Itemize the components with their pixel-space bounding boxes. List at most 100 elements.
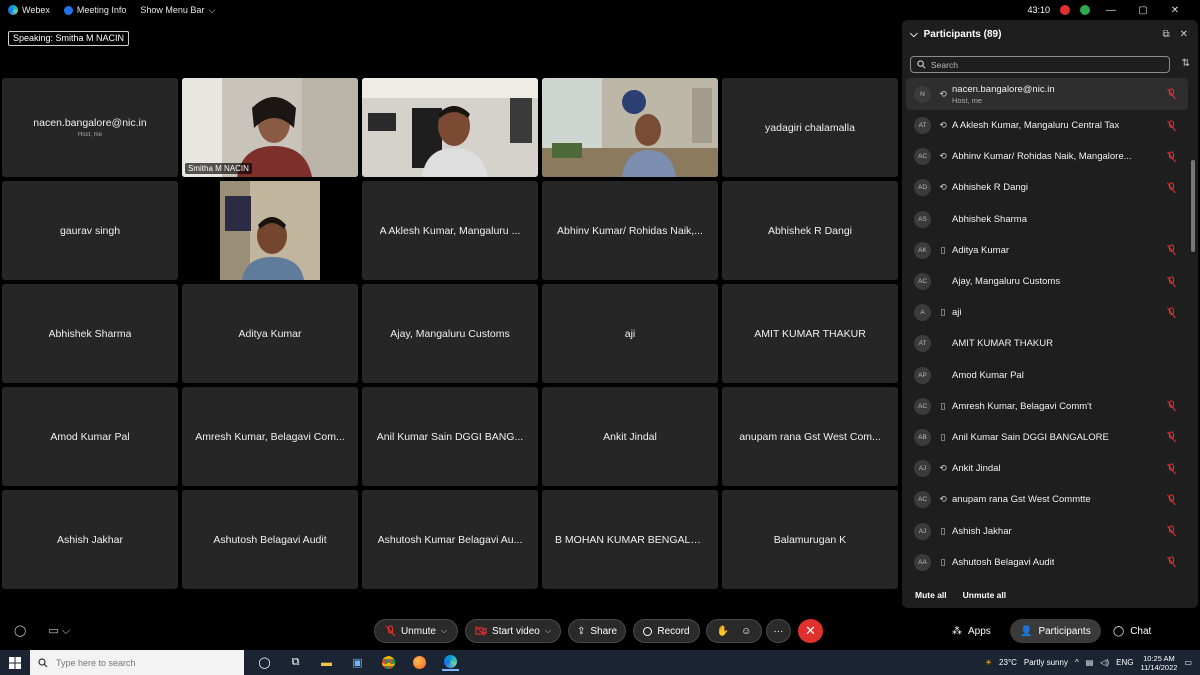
mic-muted-icon[interactable]	[1167, 244, 1176, 256]
mic-muted-icon[interactable]	[1167, 494, 1176, 506]
mic-muted-icon[interactable]	[1167, 276, 1176, 287]
close-window-button[interactable]: ✕	[1164, 5, 1186, 16]
participant-video-tile[interactable]: Smitha M NACIN	[182, 78, 358, 177]
sort-icon[interactable]: ⇅	[1182, 58, 1190, 69]
close-panel-icon[interactable]: ✕	[1180, 29, 1188, 40]
mic-muted-icon[interactable]	[1167, 182, 1176, 194]
firefox-icon[interactable]	[411, 654, 428, 671]
chevron-down-icon[interactable]: ⌵	[545, 626, 551, 636]
participant-row[interactable]: AC ⟲ anupam rana Gst West Commtte	[906, 484, 1188, 515]
participant-tile[interactable]: nacen.bangalore@nic.in Host, me	[2, 78, 178, 177]
mic-muted-icon[interactable]	[1167, 120, 1176, 131]
language-indicator[interactable]: ENG	[1116, 658, 1133, 667]
weather-text[interactable]: Partly sunny	[1024, 658, 1068, 667]
webex-taskbar-icon[interactable]	[442, 654, 459, 671]
participant-row[interactable]: AC ⟲ Abhinv Kumar/ Rohidas Naik, Mangalore…	[906, 141, 1188, 172]
scrollbar-thumb[interactable]	[1191, 160, 1195, 252]
participant-row[interactable]: AT ⟲ A Aklesh Kumar, Mangaluru Central Tax	[906, 110, 1188, 141]
participant-row[interactable]: AP Amod Kumar Pal	[906, 360, 1188, 391]
participant-row[interactable]: AA ▯ Ashutosh Belagavi Audit	[906, 547, 1188, 578]
start-button[interactable]	[0, 650, 30, 675]
raise-hand-icon[interactable]: ✋	[717, 626, 729, 637]
mic-muted-icon[interactable]	[1167, 525, 1176, 537]
participants-button[interactable]: 👤 Participants	[1010, 619, 1101, 643]
mic-muted-icon[interactable]	[1167, 151, 1176, 163]
pop-out-icon[interactable]: ⧉	[1162, 29, 1169, 40]
participant-tile[interactable]: Ankit Jindal	[542, 387, 718, 486]
participant-row[interactable]: AJ ⟲ Ankit Jindal	[906, 453, 1188, 484]
leave-meeting-button[interactable]: ✕	[798, 619, 823, 643]
chat-button[interactable]: ◯ Chat	[1103, 619, 1161, 643]
participant-tile[interactable]: Abhishek R Dangi	[722, 181, 898, 280]
participant-search[interactable]	[910, 56, 1170, 73]
participant-tile[interactable]: B MOHAN KUMAR BENGALU...	[542, 490, 718, 589]
meeting-info-button[interactable]: Meeting Info	[63, 5, 126, 15]
clock[interactable]: 10:25 AM 11/14/2022	[1140, 654, 1177, 672]
participant-tile[interactable]: Anil Kumar Sain DGGI BANG...	[362, 387, 538, 486]
participants-header[interactable]: ⌵ Participants (89)	[910, 29, 1001, 40]
participant-row[interactable]: AS Abhishek Sharma	[906, 204, 1188, 235]
task-view-icon[interactable]: ⧉	[287, 654, 304, 671]
chevron-down-icon[interactable]: ⌵	[441, 626, 447, 636]
apps-button[interactable]: ⁂ Apps	[942, 619, 1001, 643]
network-icon[interactable]: ▤	[1086, 658, 1094, 667]
start-video-button[interactable]: Start video ⌵	[465, 619, 561, 643]
share-button[interactable]: ⇪ Share	[568, 619, 626, 643]
participant-row[interactable]: A ▯ aji	[906, 297, 1188, 328]
weather-icon[interactable]: ☀	[985, 658, 992, 667]
participant-tile[interactable]: Ashish Jakhar	[2, 490, 178, 589]
audio-connection-icon[interactable]: ◯	[14, 624, 26, 638]
participant-video-tile[interactable]	[542, 78, 718, 177]
unmute-button[interactable]: Unmute ⌵	[374, 619, 458, 643]
taskbar-search[interactable]	[30, 650, 244, 675]
participant-tile[interactable]: Ajay, Mangaluru Customs	[362, 284, 538, 383]
participant-row[interactable]: AJ ▯ Ashish Jakhar	[906, 515, 1188, 546]
participant-tile[interactable]: A Aklesh Kumar, Mangaluru ...	[362, 181, 538, 280]
participant-video-tile[interactable]	[362, 78, 538, 177]
participant-tile[interactable]: Aditya Kumar	[182, 284, 358, 383]
participant-tile[interactable]: anupam rana Gst West Com...	[722, 387, 898, 486]
chrome-icon[interactable]	[380, 654, 397, 671]
temperature[interactable]: 23°C	[999, 658, 1017, 667]
record-button[interactable]: Record	[633, 619, 700, 643]
webex-app-menu[interactable]: Webex	[8, 5, 50, 15]
participant-row[interactable]: N ⟲ nacen.bangalore@nic.in Host, me	[906, 78, 1188, 110]
maximize-button[interactable]: ▢	[1132, 5, 1154, 16]
participant-tile[interactable]: Ashutosh Kumar Belagavi Au...	[362, 490, 538, 589]
participant-tile[interactable]: Amod Kumar Pal	[2, 387, 178, 486]
participant-video-tile[interactable]	[182, 181, 358, 280]
mic-muted-icon[interactable]	[1167, 400, 1176, 412]
participant-row[interactable]: AD ⟲ Abhishek R Dangi	[906, 172, 1188, 203]
participant-tile[interactable]: AMIT KUMAR THAKUR	[722, 284, 898, 383]
store-icon[interactable]: ▣	[349, 654, 366, 671]
more-options-button[interactable]: ···	[766, 619, 791, 643]
mic-muted-icon[interactable]	[1167, 307, 1176, 319]
participant-tile[interactable]: Abhinv Kumar/ Rohidas Naik,...	[542, 181, 718, 280]
chevron-up-icon[interactable]: ^	[1075, 658, 1079, 667]
captions-icon[interactable]: ▭ ⌵	[48, 624, 70, 638]
reactions-icon[interactable]: ☺	[741, 626, 751, 637]
show-menu-bar-button[interactable]: Show Menu Bar ⌵	[140, 5, 215, 16]
notifications-icon[interactable]: ▭	[1184, 658, 1192, 667]
participant-row[interactable]: AT AMIT KUMAR THAKUR	[906, 328, 1188, 359]
minimize-button[interactable]: —	[1100, 5, 1122, 16]
participant-row[interactable]: AC ▯ Amresh Kumar, Belagavi Comm't	[906, 391, 1188, 422]
participant-tile[interactable]: aji	[542, 284, 718, 383]
search-input[interactable]	[931, 59, 1131, 70]
participant-tile[interactable]: Abhishek Sharma	[2, 284, 178, 383]
file-explorer-icon[interactable]: ▬	[318, 654, 335, 671]
participant-list-scrollbar[interactable]	[1191, 82, 1195, 602]
participant-row[interactable]: AC Ajay, Mangaluru Customs	[906, 266, 1188, 297]
mic-muted-icon[interactable]	[1167, 88, 1176, 100]
participant-tile[interactable]: Amresh Kumar, Belagavi Com...	[182, 387, 358, 486]
participant-tile[interactable]: yadagiri chalamalla	[722, 78, 898, 177]
cortana-icon[interactable]: ◯	[256, 654, 273, 671]
volume-icon[interactable]: ◁)	[1100, 658, 1109, 667]
mute-all-button[interactable]: Mute all	[915, 590, 947, 600]
participant-tile[interactable]: Balamurugan K	[722, 490, 898, 589]
chevron-down-icon[interactable]: ⌵	[910, 29, 918, 40]
mic-muted-icon[interactable]	[1167, 463, 1176, 474]
participant-tile[interactable]: gaurav singh	[2, 181, 178, 280]
mic-muted-icon[interactable]	[1167, 556, 1176, 568]
participant-tile[interactable]: Ashutosh Belagavi Audit	[182, 490, 358, 589]
